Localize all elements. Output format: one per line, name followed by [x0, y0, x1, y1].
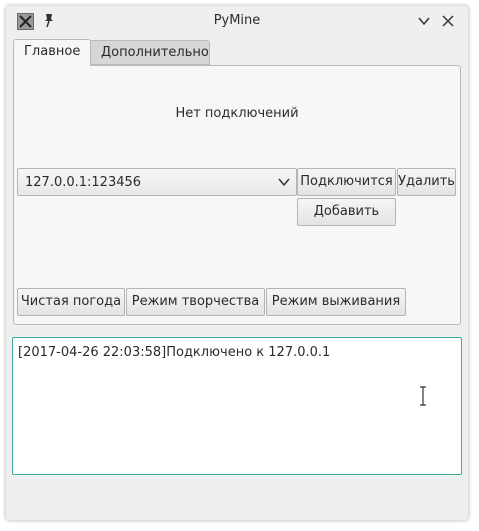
chevron-down-icon — [278, 178, 290, 187]
clear-weather-button[interactable]: Чистая погода — [17, 288, 125, 316]
add-button[interactable]: Добавить — [297, 198, 396, 226]
survival-mode-button[interactable]: Режим выживания — [266, 288, 406, 316]
text-cursor-icon — [420, 386, 426, 406]
log-output[interactable]: [2017-04-26 22:03:58]Подключено к 127.0.… — [12, 337, 462, 475]
titlebar[interactable]: PyMine — [6, 6, 468, 36]
tab-additional[interactable]: Дополнительно — [91, 40, 210, 65]
connection-status: Нет подключений — [175, 106, 299, 121]
delete-button[interactable]: Удалить — [397, 168, 456, 196]
tab-main[interactable]: Главное — [13, 39, 91, 66]
close-icon[interactable] — [441, 14, 455, 28]
server-select[interactable]: 127.0.0.1:123456 — [17, 168, 297, 196]
connect-button[interactable]: Подключится — [297, 168, 396, 196]
chevron-down-icon[interactable] — [417, 14, 431, 28]
log-line: [2017-04-26 22:03:58]Подключено к 127.0.… — [18, 345, 331, 360]
creative-mode-button[interactable]: Режим творчества — [126, 288, 265, 316]
app-window: PyMine Главное Дополнительно Нет подключ… — [6, 6, 468, 520]
server-select-value: 127.0.0.1:123456 — [25, 175, 142, 190]
window-title: PyMine — [213, 13, 261, 28]
main-tab-panel: Нет подключений 127.0.0.1:123456 Подключ… — [13, 65, 461, 325]
